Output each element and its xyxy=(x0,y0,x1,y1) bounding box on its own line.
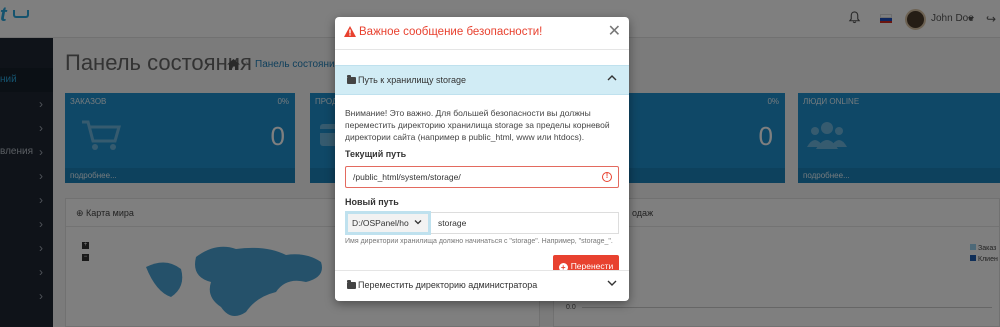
current-path-label: Текущий путь xyxy=(345,149,407,159)
path-select-value: D:/OSPanel/ho xyxy=(352,218,409,228)
current-path-value: /public_html/system/storage/ xyxy=(353,172,461,182)
warning-text: Внимание! Это важно. Для большей безопас… xyxy=(345,108,610,142)
accordion-admin-header[interactable]: Переместить директорию администратора xyxy=(335,270,629,300)
warning-icon xyxy=(344,26,356,37)
path-select[interactable]: D:/OSPanel/ho xyxy=(345,211,431,235)
chevron-down-icon xyxy=(414,220,422,225)
security-modal: Важное сообщение безопасности! ✕ Путь к … xyxy=(335,17,629,301)
accordion-label: Путь к хранилищу storage xyxy=(358,75,467,85)
accordion-storage-header[interactable]: Путь к хранилищу storage xyxy=(335,65,629,95)
modal-body: Внимание! Это важно. Для большей безопас… xyxy=(345,107,619,278)
accordion-label: Переместить директорию администратора xyxy=(358,280,538,290)
folder-icon xyxy=(347,75,356,84)
chevron-up-icon[interactable] xyxy=(607,73,617,83)
new-path-value: storage xyxy=(438,218,467,228)
error-icon: ! xyxy=(602,172,612,182)
chevron-down-icon[interactable] xyxy=(607,278,617,288)
modal-header: Важное сообщение безопасности! ✕ xyxy=(335,17,629,50)
folder-icon xyxy=(347,280,356,289)
help-text: Имя директории хранилища должно начинать… xyxy=(345,238,613,245)
new-path-label: Новый путь xyxy=(345,197,399,207)
current-path-field[interactable]: /public_html/system/storage/ ! xyxy=(345,166,619,188)
modal-title: Важное сообщение безопасности! xyxy=(359,26,543,38)
close-icon[interactable]: ✕ xyxy=(608,23,621,41)
new-path-input[interactable]: storage xyxy=(431,212,619,234)
